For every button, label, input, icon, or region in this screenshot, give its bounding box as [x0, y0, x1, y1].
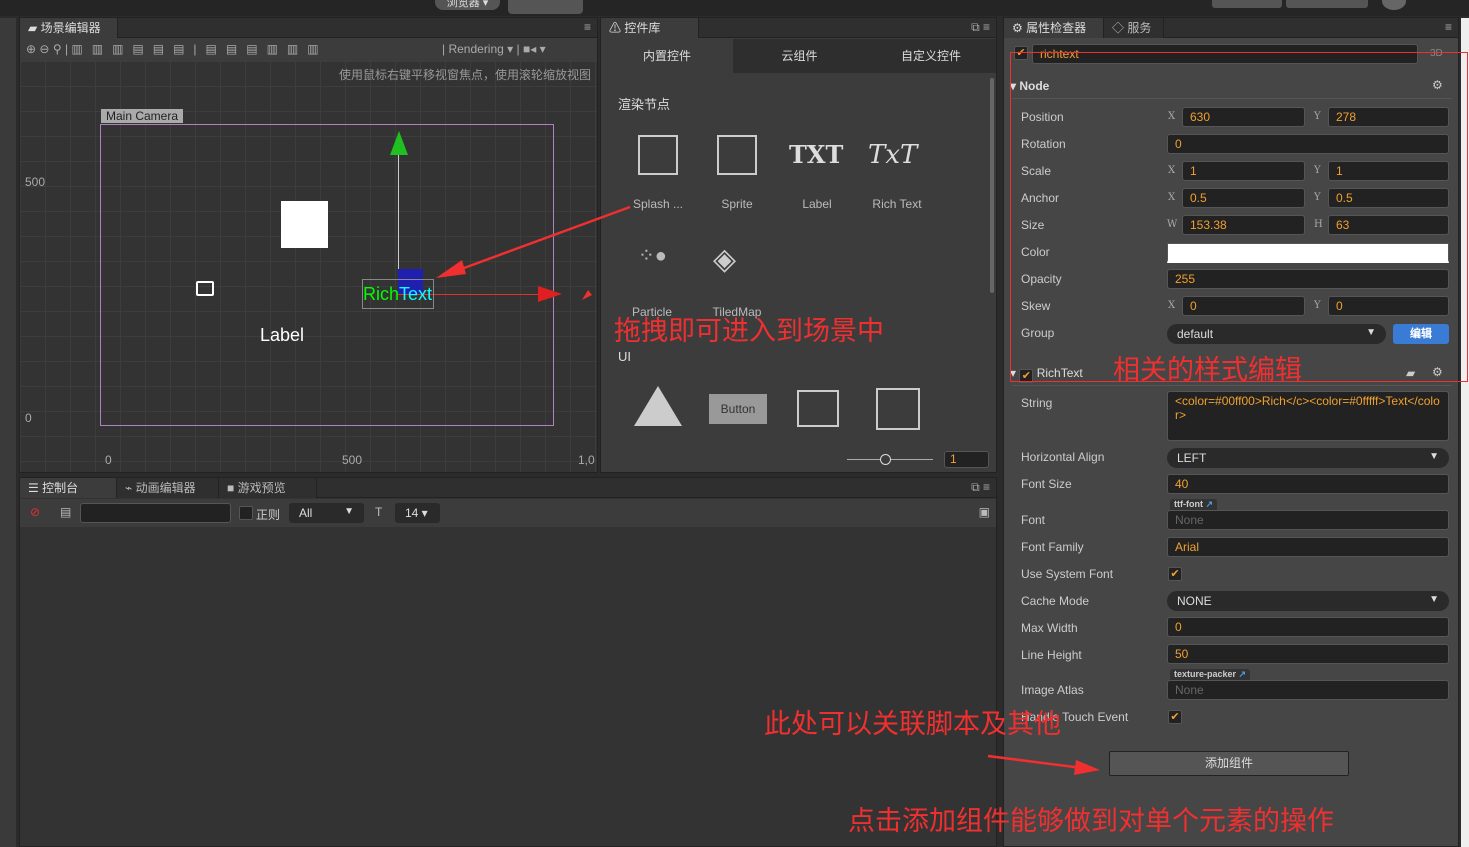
- arrow-drag-head: [436, 260, 466, 278]
- small-red-arrow: [582, 290, 592, 300]
- arrow-add: [987, 754, 1091, 771]
- arrow-add-head: [1074, 760, 1100, 775]
- annotation-arrows: [436, 205, 1100, 775]
- arrow-drag: [444, 205, 631, 277]
